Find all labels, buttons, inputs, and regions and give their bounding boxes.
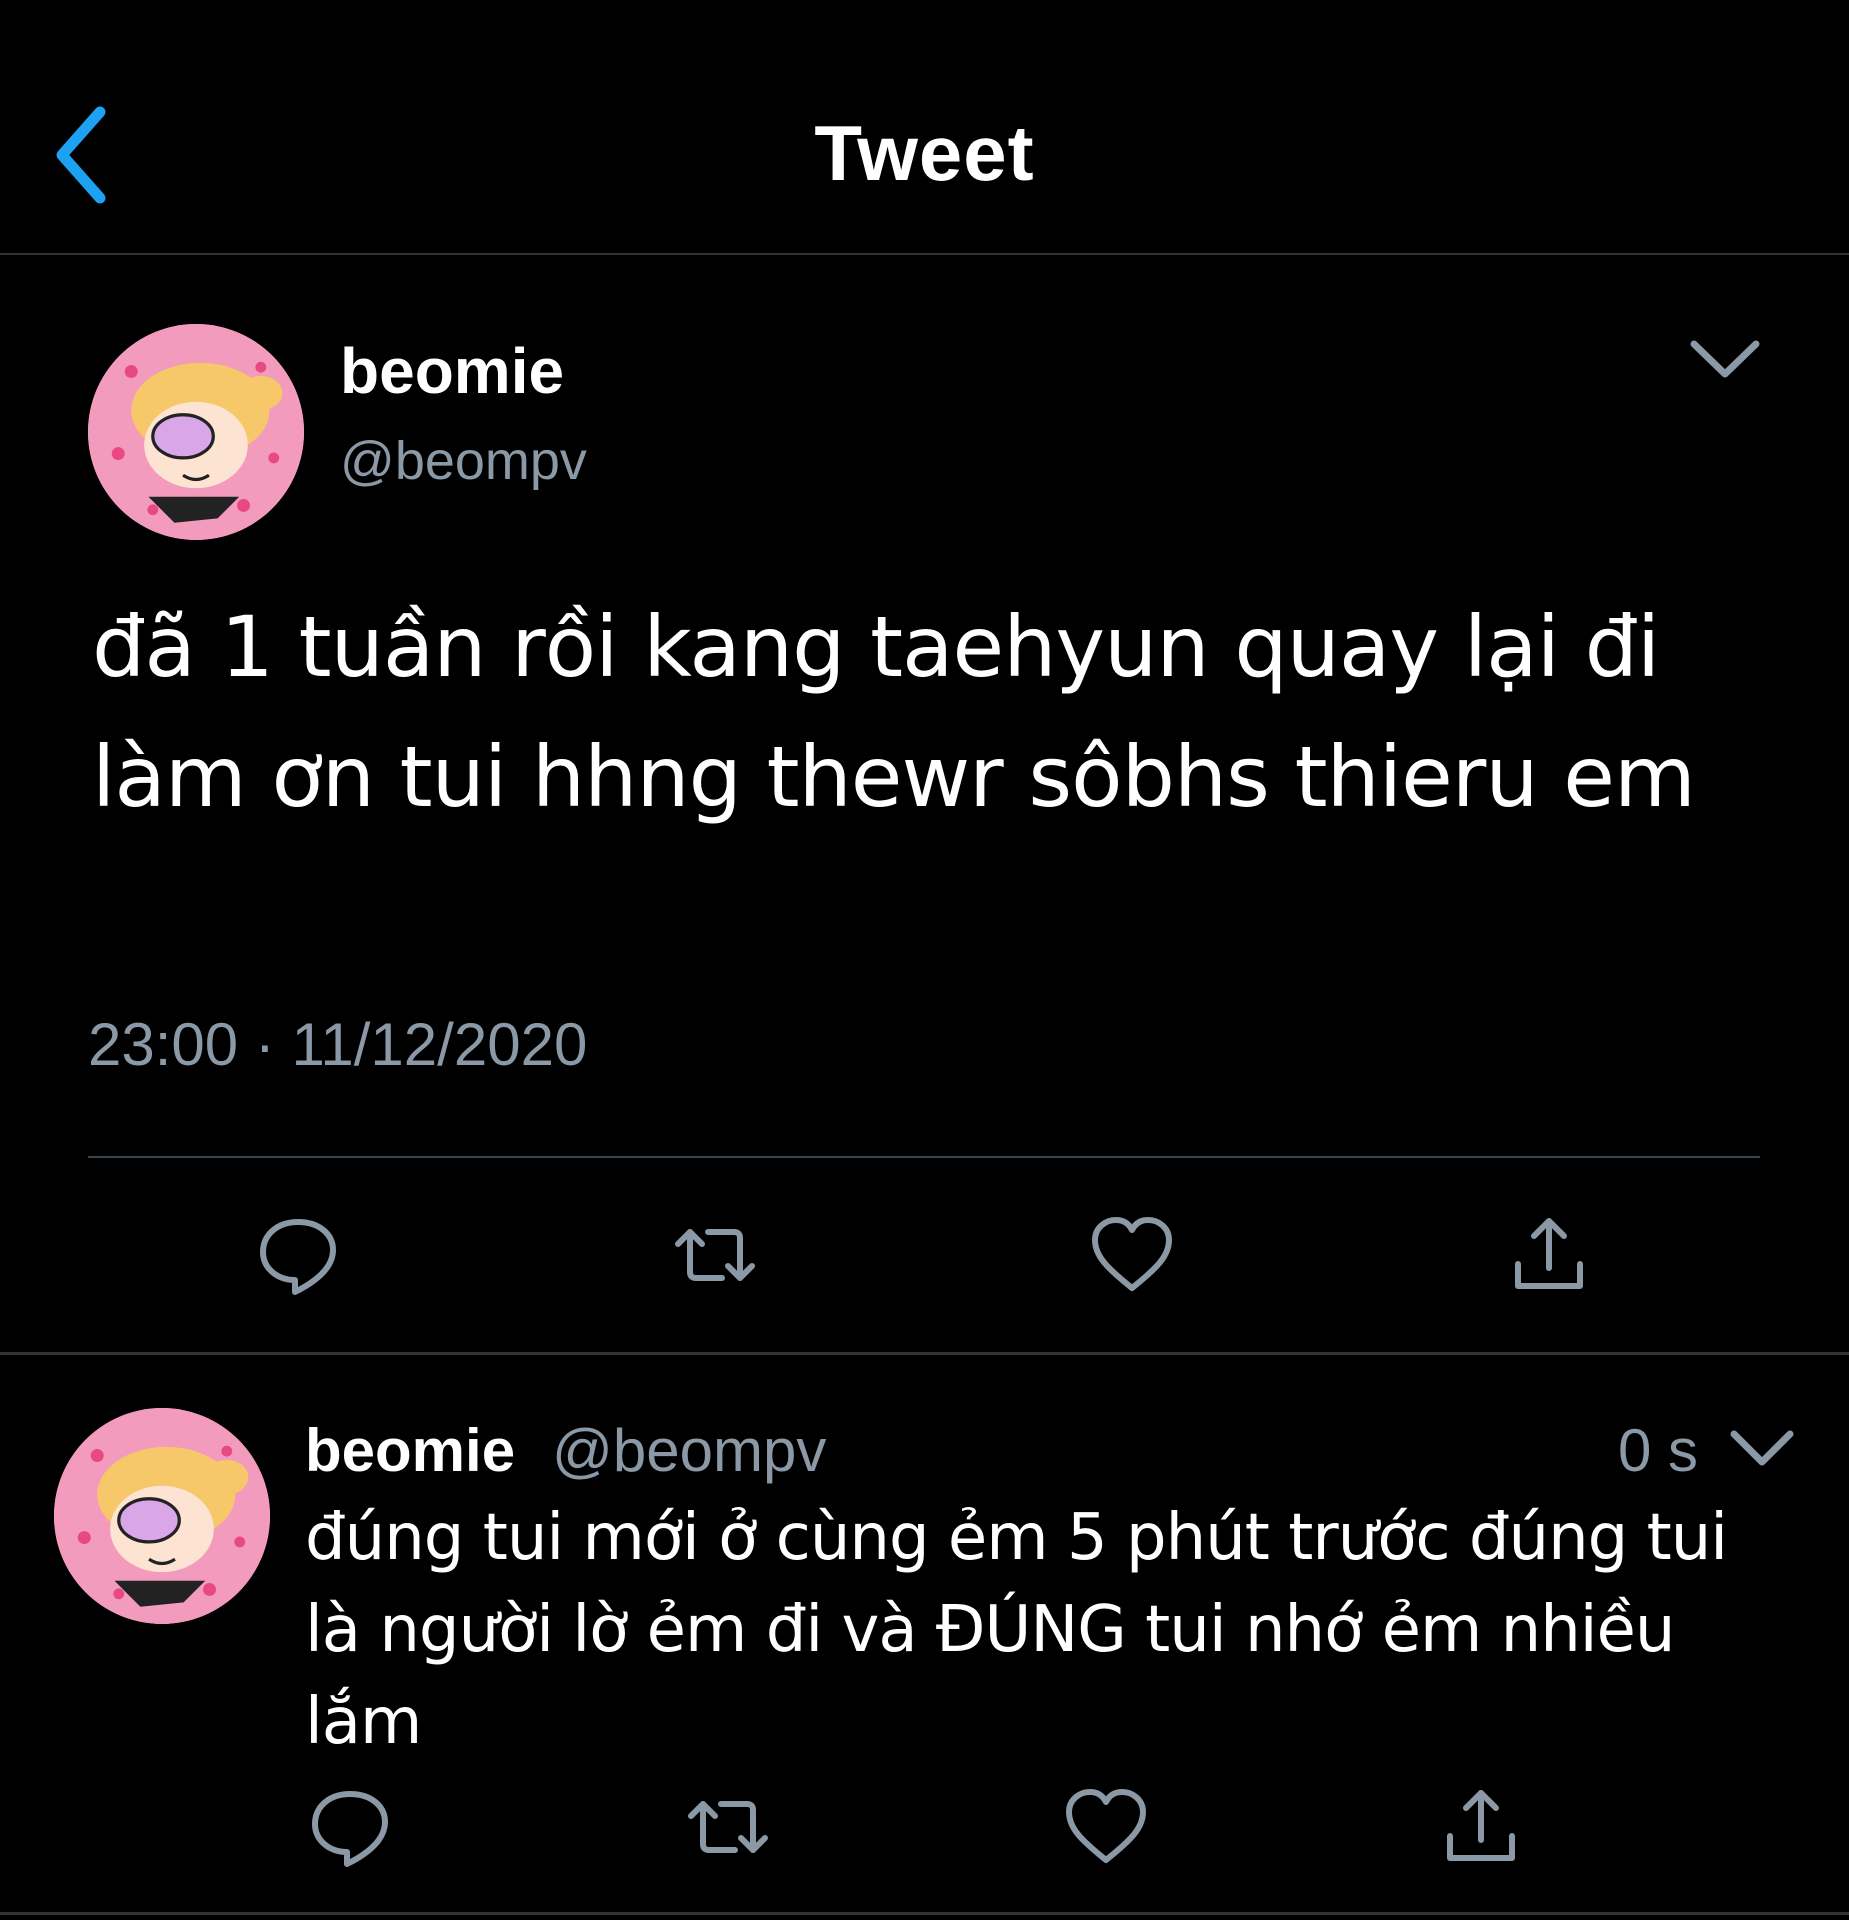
share-icon bbox=[1515, 1218, 1583, 1289]
share-icon bbox=[1447, 1790, 1515, 1861]
like-icon bbox=[1092, 1217, 1172, 1291]
reply-author-handle[interactable]: @beompv bbox=[552, 1416, 826, 1485]
top-bar: Tweet bbox=[0, 0, 1849, 255]
reply-icon bbox=[312, 1791, 388, 1867]
retweet-button[interactable] bbox=[670, 1210, 760, 1300]
like-icon bbox=[1066, 1789, 1146, 1863]
like-button[interactable] bbox=[1087, 1210, 1177, 1300]
retweet-icon bbox=[675, 1229, 755, 1281]
reply-retweet-button[interactable] bbox=[683, 1782, 773, 1872]
tweet-timestamp[interactable]: 23:00 · 11/12/2020 bbox=[88, 1010, 587, 1079]
reply-author-name[interactable]: beomie bbox=[305, 1416, 515, 1485]
tweet-text: đã 1 tuần rồi kang taehyun quay lại đi l… bbox=[92, 598, 1696, 826]
reply-reply-button[interactable] bbox=[305, 1782, 395, 1872]
page-title: Tweet bbox=[814, 109, 1035, 197]
powerpuff-avatar bbox=[88, 324, 304, 540]
bottom-divider bbox=[0, 1912, 1849, 1915]
author-name[interactable]: beomie bbox=[340, 334, 564, 408]
chevron-down-icon bbox=[1690, 340, 1760, 378]
share-button[interactable] bbox=[1504, 1210, 1594, 1300]
avatar[interactable] bbox=[88, 324, 304, 540]
section-divider bbox=[0, 1352, 1849, 1355]
reply-like-button[interactable] bbox=[1061, 1782, 1151, 1872]
powerpuff-avatar bbox=[54, 1408, 270, 1624]
reply-icon bbox=[260, 1219, 336, 1295]
reply-menu-button[interactable] bbox=[1722, 1418, 1802, 1478]
reply-avatar[interactable] bbox=[54, 1408, 270, 1624]
reply-button[interactable] bbox=[253, 1210, 343, 1300]
author-handle[interactable]: @beompv bbox=[340, 430, 587, 492]
retweet-icon bbox=[688, 1801, 768, 1853]
reply-share-button[interactable] bbox=[1436, 1782, 1526, 1872]
tweet-menu-button[interactable] bbox=[1680, 330, 1770, 390]
divider bbox=[88, 1156, 1760, 1158]
reply-text: đúng tui mới ở cùng ẻm 5 phút trước đúng… bbox=[305, 1501, 1728, 1759]
reply-timestamp[interactable]: 0 s bbox=[1618, 1416, 1698, 1485]
chevron-down-icon bbox=[1730, 1430, 1794, 1466]
